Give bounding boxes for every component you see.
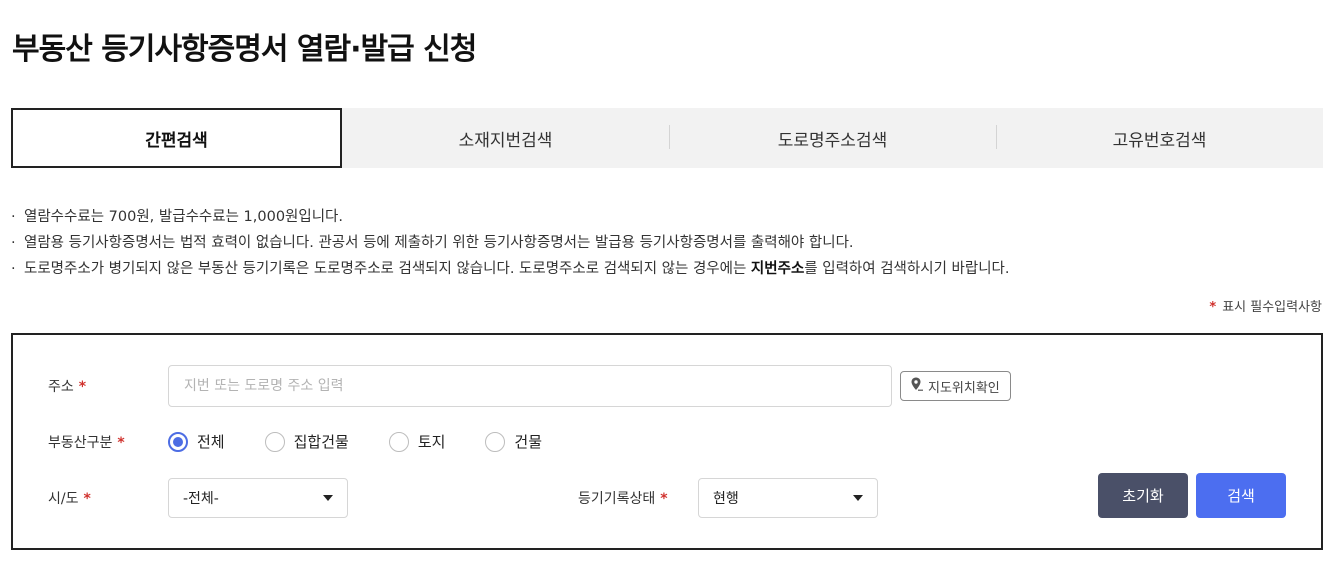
sido-label-text: 시/도 [48, 491, 79, 507]
property-type-radio-group: 전체 집합건물 토지 건물 [168, 431, 582, 452]
notice-road-bold: 지번주소 [750, 261, 805, 277]
notice-list: · 열람수수료는 700원, 발급수수료는 1,000원입니다. · 열람용 등기사… [11, 204, 1010, 282]
chevron-down-icon [323, 495, 333, 501]
radio-all-label: 전체 [197, 433, 225, 451]
property-type-label-text: 부동산구분 [48, 435, 113, 451]
bullet: · [11, 209, 16, 225]
address-label: 주소 * [48, 376, 86, 396]
notice-legal: · 열람용 등기사항증명서는 법적 효력이 없습니다. 관공서 등에 제출하기 위… [11, 230, 1010, 256]
notice-road-pre: 도로명주소가 병기되지 않은 부동산 등기기록은 도로명주소로 검색되지 않습니… [24, 261, 751, 277]
required-note-text: 표시 필수입력사항 [1222, 300, 1322, 315]
address-label-text: 주소 [48, 379, 74, 395]
notice-road-address: · 도로명주소가 병기되지 않은 부동산 등기기록은 도로명주소로 검색되지 않습… [11, 256, 1010, 282]
notice-fee: · 열람수수료는 700원, 발급수수료는 1,000원입니다. [11, 204, 1010, 230]
required-star: * [660, 491, 668, 507]
notice-legal-text: 열람용 등기사항증명서는 법적 효력이 없습니다. 관공서 등에 제출하기 위한… [24, 235, 854, 251]
radio-button-checked[interactable] [168, 431, 188, 452]
required-star: * [83, 491, 91, 507]
radio-building[interactable]: 건물 [485, 431, 542, 452]
radio-collective-building-label: 집합건물 [293, 433, 349, 451]
tab-lot-number-search[interactable]: 소재지번검색 [342, 108, 669, 168]
sido-select[interactable]: -전체- [168, 478, 348, 518]
radio-land[interactable]: 토지 [388, 431, 446, 452]
record-status-select[interactable]: 현행 [698, 478, 878, 518]
chevron-down-icon [853, 495, 863, 501]
radio-all[interactable]: 전체 [168, 431, 225, 452]
search-form: 주소* 지도위치확인 부동산구분* 전체 집합건물 토지 [11, 333, 1323, 550]
tab-simple-search[interactable]: 간편검색 [11, 108, 342, 168]
sido-label: 시/도 * [48, 488, 91, 508]
notice-road-post: 를 입력하여 검색하시기 바랍니다. [804, 261, 1010, 277]
bullet: · [11, 235, 16, 251]
reset-button[interactable]: 초기화 [1098, 473, 1188, 518]
tab-road-address-search[interactable]: 도로명주소검색 [669, 108, 996, 168]
record-status-label: 등기기록상태 * [578, 488, 668, 508]
search-button[interactable]: 검색 [1196, 473, 1286, 518]
radio-building-label: 건물 [514, 433, 543, 451]
required-star: * [78, 379, 87, 395]
radio-button[interactable] [485, 431, 506, 452]
bullet: · [11, 261, 16, 277]
sido-select-value: -전체- [183, 491, 219, 507]
search-tabs: 간편검색 소재지번검색 도로명주소검색 고유번호검색 [11, 108, 1323, 168]
radio-land-label: 토지 [417, 433, 446, 451]
radio-button[interactable] [388, 431, 409, 452]
map-pin-icon [909, 376, 925, 396]
map-location-button[interactable]: 지도위치확인 [900, 371, 1011, 401]
record-status-select-value: 현행 [713, 491, 739, 507]
property-type-label: 부동산구분 * [48, 432, 125, 452]
radio-button[interactable] [264, 431, 285, 452]
radio-collective-building[interactable]: 집합건물 [264, 431, 349, 452]
required-star: * [1209, 300, 1217, 315]
required-field-note: * 표시 필수입력사항 [1209, 296, 1322, 315]
map-button-label: 지도위치확인 [928, 380, 1000, 396]
tab-unique-number-search[interactable]: 고유번호검색 [996, 108, 1323, 168]
page-title: 부동산 등기사항증명서 열람·발급 신청 [12, 32, 477, 67]
record-status-label-text: 등기기록상태 [578, 491, 656, 507]
notice-fee-text: 열람수수료는 700원, 발급수수료는 1,000원입니다. [24, 209, 344, 225]
address-input[interactable] [168, 365, 892, 407]
required-star: * [117, 435, 125, 451]
